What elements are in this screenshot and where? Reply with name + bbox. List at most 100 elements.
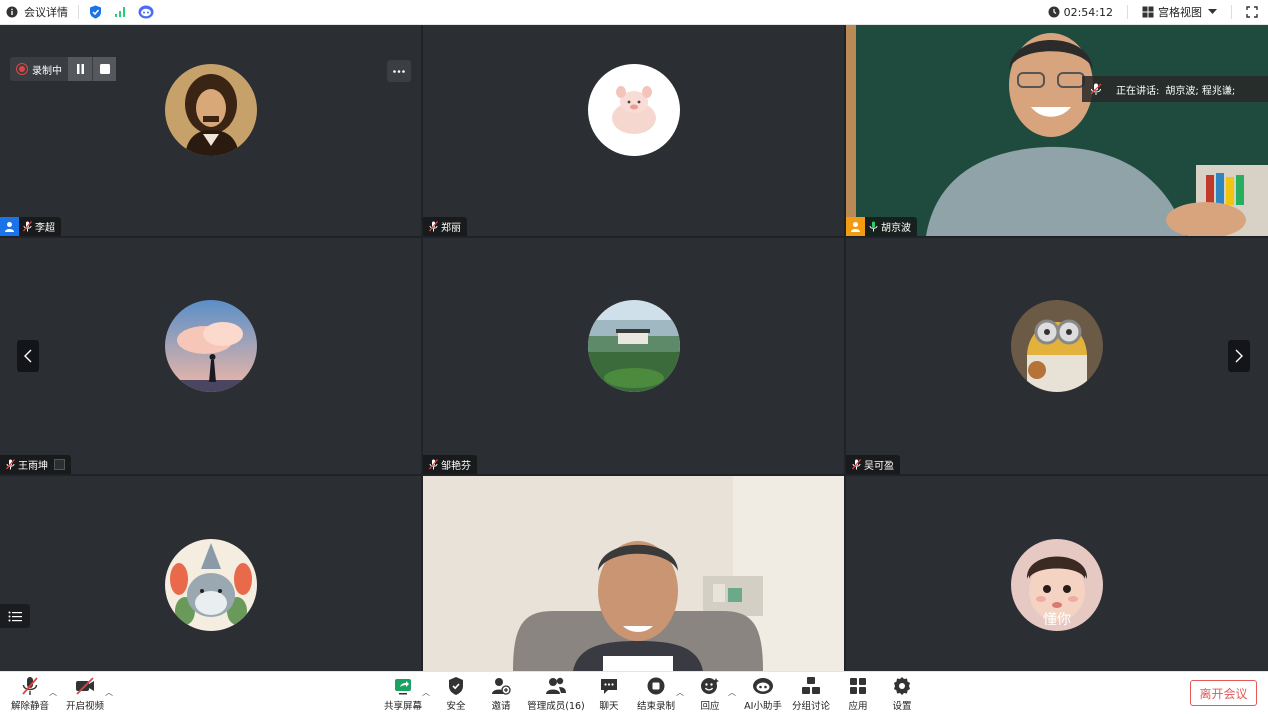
- top-bar: 会议详情 02:54:12 宫格视图: [0, 0, 1268, 25]
- members-icon: [546, 677, 566, 694]
- participant-tile[interactable]: 郑丽: [423, 25, 844, 236]
- share-screen-button[interactable]: 共享屏幕: [379, 676, 427, 712]
- more-options-button[interactable]: [387, 60, 411, 82]
- meeting-timer: 02:54:12: [1063, 5, 1113, 19]
- participant-list-toggle[interactable]: [0, 604, 30, 628]
- ai-assistant-button[interactable]: AI小助手: [739, 676, 787, 712]
- speaking-indicator: 正在讲话: 胡京波; 程兆谦;: [1082, 76, 1268, 102]
- mic-active-icon: [865, 217, 881, 236]
- reaction-icon: [701, 678, 719, 694]
- participant-nametag: 王雨坤: [0, 455, 71, 474]
- more-icon: [393, 69, 405, 73]
- share-screen-label: 共享屏幕: [383, 701, 422, 712]
- share-options-caret[interactable]: ︿: [422, 687, 430, 698]
- participant-tile[interactable]: [0, 476, 421, 671]
- info-icon[interactable]: [6, 6, 18, 18]
- mic-muted-icon: [22, 677, 38, 695]
- leave-meeting-button[interactable]: 离开会议: [1190, 680, 1257, 706]
- add-user-icon: [492, 678, 511, 695]
- security-button[interactable]: 安全: [432, 676, 480, 712]
- recording-indicator: 录制中: [10, 57, 116, 81]
- apps-button[interactable]: 应用: [834, 676, 882, 712]
- prev-page-button[interactable]: [17, 340, 39, 372]
- participant-nametag: 李超: [0, 217, 61, 236]
- video-grid: 李超 郑丽 胡京波 王雨坤 邹艳芬 吴可盈 懂你 录制中: [0, 25, 1268, 671]
- stop-icon: [99, 64, 110, 74]
- mic-muted-icon: [2, 455, 18, 474]
- pause-recording-button[interactable]: [68, 57, 92, 81]
- mic-muted-icon: [848, 455, 864, 474]
- video-options-caret[interactable]: ︿: [105, 687, 113, 698]
- end-recording-button[interactable]: 结束录制: [632, 676, 680, 712]
- video-off-indicator: [54, 459, 65, 470]
- settings-button[interactable]: 设置: [878, 676, 926, 712]
- mic-muted-icon: [425, 455, 441, 474]
- participant-tile-active-speaker[interactable]: 胡京波: [846, 25, 1268, 236]
- avatar: [165, 64, 257, 156]
- meeting-info-label[interactable]: 会议详情: [24, 4, 68, 20]
- record-icon: [16, 63, 28, 75]
- bottom-toolbar: 解除静音 ︿ 开启视频 ︿ 共享屏幕 ︿ 安全 邀请 管理成员(16) 聊天 结…: [0, 671, 1268, 714]
- start-video-button[interactable]: 开启视频: [61, 676, 109, 712]
- host-icon: [0, 217, 19, 236]
- stop-recording-button[interactable]: [92, 57, 116, 81]
- avatar-caption: 懂你: [1043, 612, 1071, 628]
- view-mode-label[interactable]: 宫格视图: [1158, 4, 1202, 20]
- breakout-button[interactable]: 分组讨论: [787, 676, 835, 712]
- avatar: [165, 539, 257, 631]
- participant-tile[interactable]: 邹艳芬: [423, 238, 844, 474]
- ai-assistant-label: AI小助手: [744, 701, 782, 712]
- invite-button[interactable]: 邀请: [477, 676, 525, 712]
- invite-label: 邀请: [491, 701, 511, 712]
- unmute-label: 解除静音: [10, 701, 49, 712]
- unmute-button[interactable]: 解除静音: [6, 676, 54, 712]
- manage-members-button[interactable]: 管理成员(16): [526, 676, 586, 712]
- settings-label: 设置: [892, 701, 912, 712]
- participant-tile[interactable]: 王雨坤: [0, 238, 421, 474]
- pause-icon: [76, 64, 84, 74]
- end-recording-label: 结束录制: [636, 701, 675, 712]
- list-icon: [8, 611, 22, 621]
- record-stop-icon: [647, 677, 665, 695]
- signal-icon[interactable]: [114, 6, 126, 18]
- chat-button[interactable]: 聊天: [585, 676, 633, 712]
- breakout-label: 分组讨论: [791, 701, 830, 712]
- chevron-down-icon[interactable]: [1208, 9, 1217, 15]
- participant-nametag: 郑丽: [423, 217, 467, 236]
- participant-tile[interactable]: [423, 476, 844, 671]
- gear-icon: [894, 677, 910, 695]
- participant-name: 郑丽: [441, 223, 461, 234]
- grid-view-icon[interactable]: [1142, 6, 1154, 18]
- participant-tile[interactable]: 吴可盈: [846, 238, 1268, 474]
- manage-members-label: 管理成员(16): [527, 701, 585, 712]
- avatar: [165, 300, 257, 392]
- reactions-button[interactable]: 回应: [686, 676, 734, 712]
- shield-icon[interactable]: [89, 5, 102, 19]
- ai-bot-icon: [753, 678, 773, 694]
- fullscreen-icon[interactable]: [1246, 6, 1258, 18]
- recording-options-caret[interactable]: ︿: [676, 687, 684, 698]
- mic-icon: [1090, 83, 1102, 95]
- reactions-label: 回应: [700, 701, 720, 712]
- recording-label: 录制中: [32, 65, 62, 77]
- security-label: 安全: [446, 701, 466, 712]
- reactions-options-caret[interactable]: ︿: [728, 687, 736, 698]
- speaking-label: 正在讲话:: [1116, 85, 1160, 97]
- participant-nametag: 胡京波: [846, 217, 917, 236]
- avatar: 懂你: [1011, 539, 1103, 631]
- chat-icon: [601, 679, 617, 694]
- participant-name: 胡京波: [881, 223, 911, 234]
- avatar: [1011, 300, 1103, 392]
- ai-bot-icon[interactable]: [138, 5, 154, 19]
- participant-name: 吴可盈: [864, 461, 894, 472]
- participant-tile[interactable]: 懂你: [846, 476, 1268, 671]
- participant-nametag: 吴可盈: [846, 455, 900, 474]
- speaking-names: 胡京波; 程兆谦;: [1165, 85, 1236, 97]
- shield-icon: [449, 677, 463, 695]
- clock-icon: [1048, 6, 1060, 18]
- mic-muted-icon: [425, 217, 441, 236]
- chevron-right-icon: [1235, 349, 1243, 363]
- video-feed: [423, 476, 844, 671]
- audio-options-caret[interactable]: ︿: [49, 687, 57, 698]
- next-page-button[interactable]: [1228, 340, 1250, 372]
